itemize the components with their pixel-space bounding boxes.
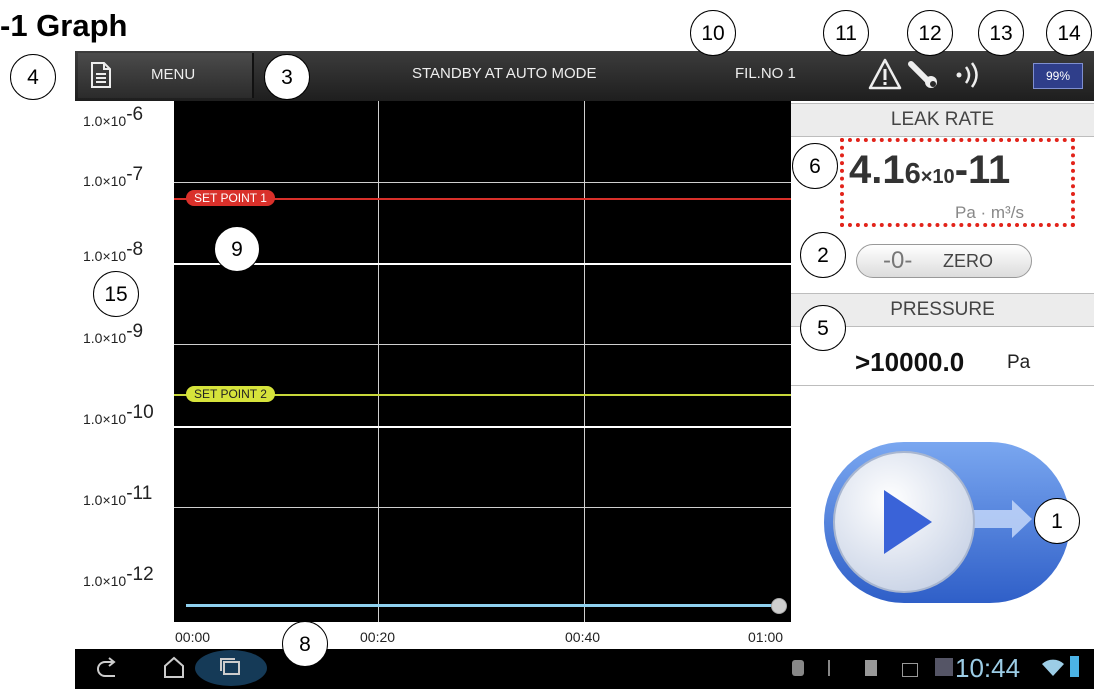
x-tick-label: 00:40 bbox=[565, 629, 601, 645]
callout-11: 11 bbox=[823, 10, 869, 56]
y-tick-exponent: -10 bbox=[126, 402, 154, 423]
signal-icon[interactable] bbox=[954, 61, 984, 89]
y-tick-label: 1.0×10-6 bbox=[83, 104, 143, 132]
y-tick-label: 1.0×10-7 bbox=[83, 164, 143, 192]
callout-9: 9 bbox=[214, 226, 260, 272]
callout-6: 6 bbox=[792, 143, 838, 189]
pressure-value: >10000.0 bbox=[855, 347, 965, 377]
clock: 10:44 bbox=[955, 653, 1021, 683]
x-tick-label: 01:00 bbox=[748, 629, 784, 645]
x-tick-label: 00:20 bbox=[360, 629, 396, 645]
callout-12: 12 bbox=[907, 10, 953, 56]
menu-label: MENU bbox=[151, 66, 196, 83]
screenshot-icon bbox=[935, 658, 953, 676]
battery-icon: 99% bbox=[1033, 63, 1083, 89]
status-text: STANDBY AT AUTO MODE bbox=[412, 65, 597, 82]
y-tick-label: 1.0×10-9 bbox=[83, 321, 143, 349]
battery-status-icon bbox=[1070, 656, 1079, 677]
grid-line bbox=[174, 426, 791, 428]
grid-line bbox=[174, 182, 791, 183]
graph-plot[interactable]: SET POINT 1 SET POINT 2 bbox=[174, 101, 791, 622]
grid-line bbox=[174, 263, 791, 265]
callout-8: 8 bbox=[282, 621, 328, 667]
y-tick-label: 1.0×10-11 bbox=[83, 483, 152, 511]
zero-symbol: -0- bbox=[883, 247, 913, 274]
zero-button[interactable]: -0- ZERO bbox=[856, 244, 1032, 278]
usb-icon bbox=[828, 660, 840, 676]
y-tick-base: 1.0×10 bbox=[83, 248, 127, 264]
y-tick-exponent: -6 bbox=[126, 104, 144, 125]
callout-2: 2 bbox=[800, 232, 846, 278]
sd-card-icon bbox=[865, 660, 877, 676]
callout-4: 4 bbox=[10, 54, 56, 100]
time-slider-knob[interactable] bbox=[771, 598, 787, 614]
zero-label: ZERO bbox=[943, 251, 994, 271]
leak-rate-highlight bbox=[840, 138, 1075, 227]
wrench-icon[interactable] bbox=[907, 60, 939, 90]
document-heading: -1 Graph bbox=[0, 8, 128, 43]
callout-5: 5 bbox=[800, 305, 846, 351]
callout-3: 3 bbox=[264, 54, 310, 100]
document-icon bbox=[90, 62, 112, 88]
y-tick-exponent: -9 bbox=[126, 321, 144, 342]
grid-line bbox=[174, 507, 791, 508]
callout-10: 10 bbox=[690, 10, 736, 56]
y-tick-base: 1.0×10 bbox=[83, 330, 127, 346]
y-tick-base: 1.0×10 bbox=[83, 492, 127, 508]
pressure-unit: Pa bbox=[1007, 352, 1031, 373]
image-icon bbox=[902, 663, 918, 677]
time-slider[interactable] bbox=[186, 604, 777, 607]
x-tick-label: 00:00 bbox=[175, 629, 211, 645]
wifi-icon bbox=[1042, 659, 1064, 677]
y-tick-base: 1.0×10 bbox=[83, 173, 127, 189]
y-tick-exponent: -12 bbox=[126, 564, 154, 585]
leak-rate-header: LEAK RATE bbox=[791, 103, 1094, 137]
recent-apps-icon[interactable] bbox=[195, 650, 267, 686]
back-icon[interactable] bbox=[95, 657, 121, 679]
panel-divider bbox=[791, 385, 1094, 386]
menu-button[interactable]: MENU bbox=[78, 53, 254, 98]
home-icon[interactable] bbox=[162, 655, 186, 679]
y-tick-exponent: -7 bbox=[126, 164, 144, 185]
y-tick-label: 1.0×10-12 bbox=[83, 564, 154, 592]
y-tick-label: 1.0×10-10 bbox=[83, 402, 154, 430]
callout-14: 14 bbox=[1046, 10, 1092, 56]
callout-15: 15 bbox=[93, 271, 139, 317]
grid-line bbox=[174, 344, 791, 345]
y-tick-exponent: -8 bbox=[126, 239, 144, 260]
callout-1: 1 bbox=[1034, 498, 1080, 544]
y-tick-exponent: -11 bbox=[126, 483, 153, 504]
file-number[interactable]: FIL.NO 1 bbox=[735, 65, 796, 82]
grid-line bbox=[378, 101, 379, 622]
y-tick-base: 1.0×10 bbox=[83, 411, 127, 427]
set-point-2-label[interactable]: SET POINT 2 bbox=[186, 386, 275, 402]
android-status-icon bbox=[792, 660, 804, 676]
y-tick-base: 1.0×10 bbox=[83, 573, 127, 589]
grid-line bbox=[584, 101, 585, 622]
y-tick-base: 1.0×10 bbox=[83, 113, 127, 129]
set-point-1-label[interactable]: SET POINT 1 bbox=[186, 190, 275, 206]
warning-icon[interactable] bbox=[868, 58, 902, 90]
callout-13: 13 bbox=[978, 10, 1024, 56]
y-tick-label: 1.0×10-8 bbox=[83, 239, 143, 267]
